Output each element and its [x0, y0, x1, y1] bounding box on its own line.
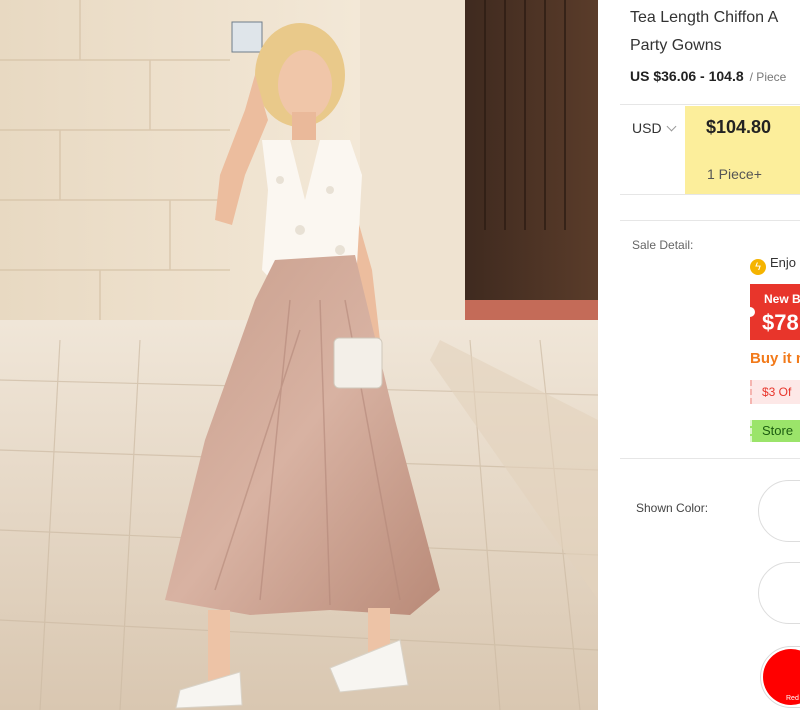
- product-detail-panel: Tea Length Chiffon A Party Gowns US $36.…: [598, 0, 800, 710]
- divider: [620, 194, 800, 195]
- price-tier[interactable]: $104.80 1 Piece+: [685, 106, 800, 194]
- product-title: Tea Length Chiffon A Party Gowns: [630, 4, 800, 60]
- product-title-line2: Party Gowns: [630, 37, 722, 54]
- color-swatch-name: Red: [786, 695, 799, 702]
- new-buyer-label: New B: [764, 292, 800, 306]
- divider: [620, 220, 800, 221]
- currency-selector[interactable]: USD: [632, 120, 677, 136]
- color-swatch[interactable]: [758, 562, 800, 624]
- tier-quantity: 1 Piece+: [707, 166, 762, 182]
- divider: [620, 104, 800, 105]
- buy-it-now-text: Buy it n: [750, 350, 800, 367]
- currency-label: USD: [632, 120, 662, 136]
- store-coupon[interactable]: Store: [750, 420, 800, 442]
- divider: [620, 458, 800, 459]
- store-coupon-text: Store: [762, 423, 794, 438]
- tier-price: $104.80: [706, 117, 772, 137]
- price-range: US $36.06 - 104.8 / Piece: [630, 68, 786, 84]
- enjoy-offer-text: Enjo: [770, 255, 797, 270]
- sale-detail-label: Sale Detail:: [632, 238, 694, 252]
- chevron-down-icon: [666, 121, 677, 132]
- color-swatch-red[interactable]: Red: [760, 646, 800, 708]
- lightning-icon: ϟ: [750, 259, 766, 275]
- color-swatch[interactable]: [758, 480, 800, 542]
- coupon-text: $3 Of: [762, 385, 792, 399]
- discount-coupon[interactable]: $3 Of: [750, 380, 800, 404]
- new-buyer-coupon[interactable]: New B $78: [750, 284, 800, 340]
- shown-color-label: Shown Color:: [636, 501, 709, 515]
- coupon-divider: [750, 380, 752, 404]
- new-buyer-amount: $78: [762, 310, 799, 335]
- coupon-notch: [750, 307, 755, 317]
- store-coupon-divider: [750, 420, 752, 442]
- price-unit: / Piece: [749, 70, 787, 84]
- product-title-line1: Tea Length Chiffon A: [630, 9, 779, 26]
- enjoy-offer[interactable]: ϟ Enjo: [750, 255, 796, 275]
- product-image[interactable]: [0, 0, 598, 710]
- price-range-value: US $36.06 - 104.8: [630, 68, 744, 84]
